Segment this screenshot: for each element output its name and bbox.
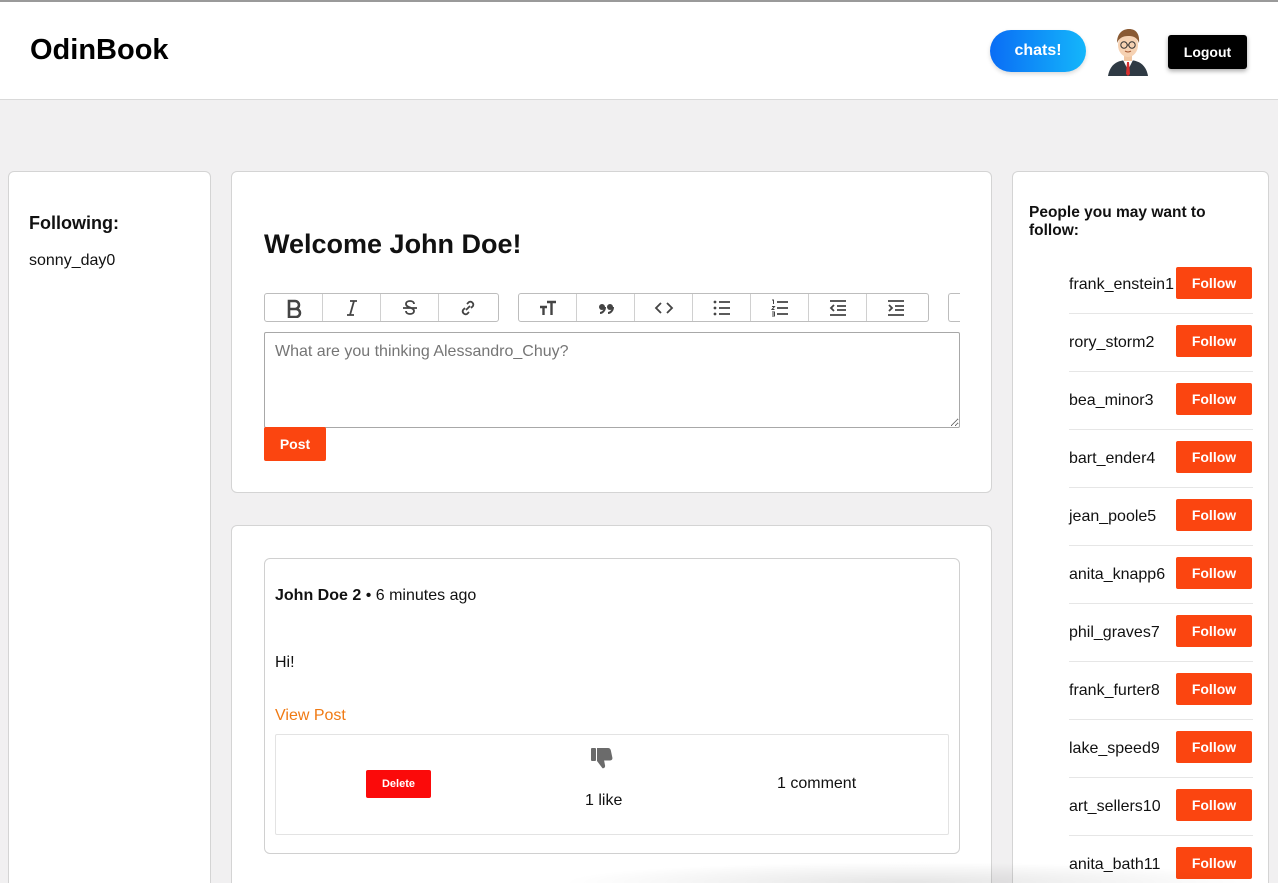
editor-toolbar-overflow-group[interactable] xyxy=(948,293,960,322)
suggestion-username[interactable]: bea_minor3 xyxy=(1069,392,1154,410)
suggestion-row: rory_storm2 Follow xyxy=(1069,314,1253,372)
strikethrough-button[interactable] xyxy=(381,294,439,321)
user-avatar-icon xyxy=(1108,29,1148,76)
quote-button[interactable] xyxy=(577,294,635,321)
comment-count[interactable]: 1 comment xyxy=(777,775,856,793)
suggestion-username[interactable]: jean_poole5 xyxy=(1069,508,1156,526)
suggestion-username[interactable]: bart_ender4 xyxy=(1069,450,1155,468)
suggestion-row: art_sellers10 Follow xyxy=(1069,778,1253,836)
numbered-list-button[interactable] xyxy=(751,294,809,321)
heading-button[interactable] xyxy=(519,294,577,321)
follow-button[interactable]: Follow xyxy=(1176,267,1252,299)
suggestion-row: anita_bath11 Follow xyxy=(1069,836,1253,883)
post-meta: John Doe 2 • 6 minutes ago xyxy=(275,587,476,605)
post-meta-separator: • xyxy=(365,587,372,604)
view-post-link[interactable]: View Post xyxy=(275,707,346,725)
compose-panel: Welcome John Doe! What are you thinking … xyxy=(231,171,992,493)
follow-button[interactable]: Follow xyxy=(1176,557,1252,589)
italic-button[interactable] xyxy=(323,294,381,321)
bold-button[interactable] xyxy=(265,294,323,321)
post-button[interactable]: Post xyxy=(264,427,326,461)
editor-toolbar-format-group xyxy=(264,293,499,322)
welcome-heading: Welcome John Doe! xyxy=(264,229,522,259)
follow-button[interactable]: Follow xyxy=(1176,441,1252,473)
link-icon xyxy=(461,300,475,315)
strikethrough-icon xyxy=(402,299,417,315)
bold-icon xyxy=(287,299,301,318)
follow-button[interactable]: Follow xyxy=(1176,789,1252,821)
indent-icon xyxy=(888,299,904,316)
follow-button[interactable]: Follow xyxy=(1176,731,1252,763)
following-panel: Following: sonny_day0 xyxy=(8,171,211,883)
post-card: John Doe 2 • 6 minutes ago Hi! View Post… xyxy=(264,558,960,854)
suggestion-username[interactable]: anita_bath11 xyxy=(1069,856,1160,874)
top-navbar: OdinBook chats! Logout xyxy=(0,2,1278,100)
follow-button[interactable]: Follow xyxy=(1176,847,1252,879)
post-content-input[interactable] xyxy=(264,332,960,428)
post-actions: Delete 1 like 1 comment xyxy=(275,734,949,835)
editor-toolbar-block-group xyxy=(518,293,929,322)
feed-panel: John Doe 2 • 6 minutes ago Hi! View Post… xyxy=(231,525,992,883)
code-button[interactable] xyxy=(635,294,693,321)
numbered-list-icon xyxy=(770,299,788,316)
suggestion-username[interactable]: phil_graves7 xyxy=(1069,624,1160,642)
heading-icon xyxy=(539,300,556,315)
logout-button[interactable]: Logout xyxy=(1168,35,1247,69)
avatar[interactable] xyxy=(1104,24,1152,76)
outdent-button[interactable] xyxy=(809,294,867,321)
suggestion-username[interactable]: art_sellers10 xyxy=(1069,798,1161,816)
post-author[interactable]: John Doe 2 xyxy=(275,587,361,604)
brand-logo-text[interactable]: OdinBook xyxy=(30,34,169,67)
bullet-list-button[interactable] xyxy=(693,294,751,321)
outdent-icon xyxy=(829,299,846,316)
post-body: Hi! xyxy=(275,654,295,671)
quote-icon xyxy=(598,303,614,314)
thumbs-down-icon xyxy=(591,748,613,769)
suggestion-row: lake_speed9 Follow xyxy=(1069,720,1253,778)
unlike-button[interactable] xyxy=(588,745,616,773)
suggestion-username[interactable]: frank_furter8 xyxy=(1069,682,1160,700)
suggestion-row: frank_furter8 Follow xyxy=(1069,662,1253,720)
suggestion-row: frank_enstein1 Follow xyxy=(1069,256,1253,314)
follow-button[interactable]: Follow xyxy=(1176,499,1252,531)
suggestion-row: jean_poole5 Follow xyxy=(1069,488,1253,546)
suggestion-username[interactable]: rory_storm2 xyxy=(1069,334,1154,352)
suggestion-row: bart_ender4 Follow xyxy=(1069,430,1253,488)
follow-button[interactable]: Follow xyxy=(1176,325,1252,357)
suggestion-username[interactable]: anita_knapp6 xyxy=(1069,566,1165,584)
like-count: 1 like xyxy=(585,792,623,809)
code-icon xyxy=(654,301,673,314)
suggestion-row: anita_knapp6 Follow xyxy=(1069,546,1253,604)
suggestion-username[interactable]: frank_enstein1 xyxy=(1069,276,1174,294)
suggestions-panel: People you may want to follow: frank_ens… xyxy=(1012,171,1269,883)
delete-post-button[interactable]: Delete xyxy=(366,770,431,798)
follow-button[interactable]: Follow xyxy=(1176,615,1252,647)
chats-button[interactable]: chats! xyxy=(990,30,1086,72)
following-user[interactable]: sonny_day0 xyxy=(29,252,115,270)
italic-icon xyxy=(346,299,357,316)
following-title: Following: xyxy=(29,213,119,233)
post-timestamp: 6 minutes ago xyxy=(375,587,477,604)
follow-button[interactable]: Follow xyxy=(1176,673,1252,705)
bullet-list-icon xyxy=(713,300,730,315)
suggestions-title: People you may want to follow: xyxy=(1029,204,1206,239)
suggestion-username[interactable]: lake_speed9 xyxy=(1069,740,1160,758)
follow-button[interactable]: Follow xyxy=(1176,383,1252,415)
suggestion-row: bea_minor3 Follow xyxy=(1069,372,1253,430)
indent-button[interactable] xyxy=(867,294,925,321)
suggestion-row: phil_graves7 Follow xyxy=(1069,604,1253,662)
link-button[interactable] xyxy=(439,294,497,321)
